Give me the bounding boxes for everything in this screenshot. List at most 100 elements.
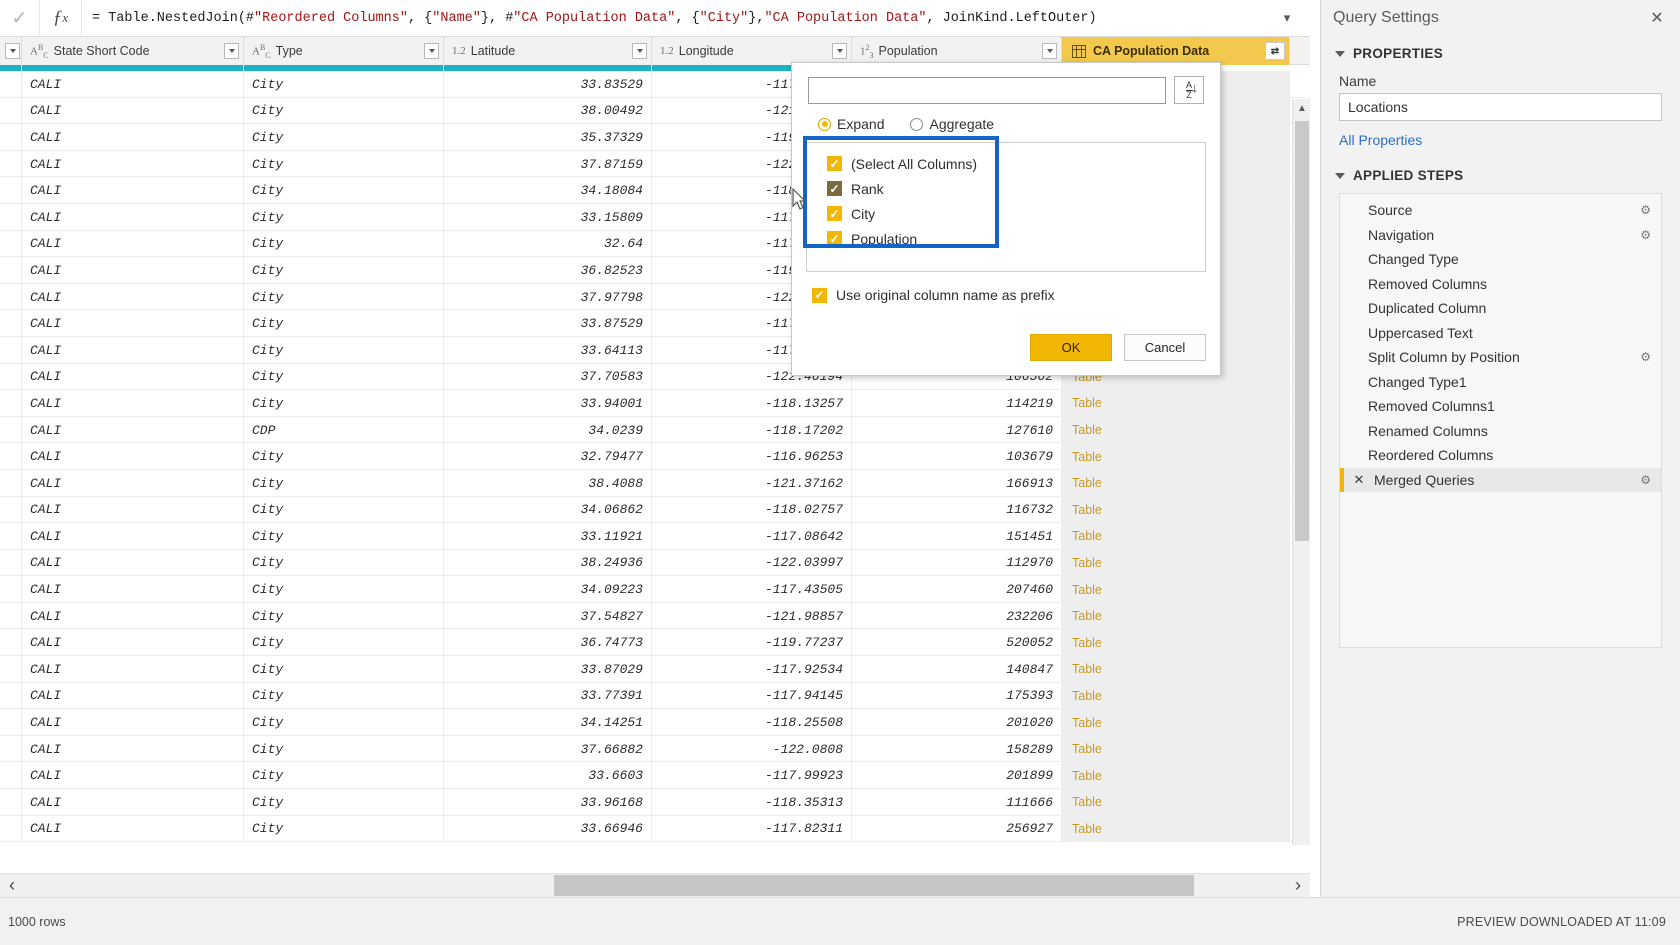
column-checkbox-row[interactable]: ✓ (Select All Columns) <box>807 151 1205 176</box>
checkbox-checked-icon[interactable]: ✓ <box>827 231 842 246</box>
query-name-input[interactable]: Locations <box>1339 93 1662 121</box>
column-header-partial[interactable] <box>0 37 22 65</box>
close-icon[interactable]: ✕ <box>1646 7 1668 29</box>
column-checkbox-row[interactable]: ✓ Population <box>807 226 1205 251</box>
hscroll-track[interactable] <box>24 874 1286 898</box>
column-header-latitude[interactable]: 1.2 Latitude <box>444 37 652 65</box>
applied-step-item[interactable]: Uppercased Text <box>1340 321 1661 346</box>
vertical-scrollbar[interactable]: ▲ ▼ <box>1292 99 1310 845</box>
radio-expand[interactable]: Expand <box>818 116 884 132</box>
horizontal-scrollbar[interactable]: ‹ › <box>0 873 1310 897</box>
applied-step-item[interactable]: Reordered Columns <box>1340 443 1661 468</box>
row-gutter <box>0 789 22 816</box>
table-row[interactable]: CALI City 34.06862 -118.02757 116732 Table <box>0 496 1310 524</box>
cell-ca-population-data-link[interactable]: Table <box>1062 576 1290 603</box>
all-properties-link[interactable]: All Properties <box>1321 121 1680 152</box>
column-header-type[interactable]: ABC Type <box>244 37 444 65</box>
cell-ca-population-data-link[interactable]: Table <box>1062 682 1290 710</box>
gear-icon[interactable]: ⚙ <box>1640 350 1651 364</box>
applied-step-label: Merged Queries <box>1374 471 1475 488</box>
checkbox-checked-icon[interactable]: ✓ <box>827 206 842 221</box>
cell-ca-population-data-link[interactable]: Table <box>1062 789 1290 816</box>
cancel-button[interactable]: Cancel <box>1124 334 1206 361</box>
cell-ca-population-data-link[interactable]: Table <box>1062 523 1290 550</box>
search-input[interactable] <box>808 76 1166 104</box>
table-row[interactable]: CALI City 33.77391 -117.94145 175393 Table <box>0 682 1310 710</box>
table-row[interactable]: CALI City 34.14251 -118.25508 201020 Table <box>0 709 1310 736</box>
applied-step-item[interactable]: Source ⚙ <box>1340 198 1661 223</box>
applied-step-item[interactable]: Navigation ⚙ <box>1340 223 1661 248</box>
applied-steps-section-header[interactable]: APPLIED STEPS <box>1321 152 1680 187</box>
formula-input[interactable]: = Table.NestedJoin(# "Reordered Columns",… <box>82 0 1264 37</box>
filter-dropdown-icon[interactable] <box>5 43 20 59</box>
column-header-ca-population-data[interactable]: CA Population Data ⇄ <box>1062 37 1290 65</box>
column-header-state-short-code[interactable]: ABC State Short Code <box>22 37 244 65</box>
column-header-longitude[interactable]: 1.2 Longitude <box>652 37 852 65</box>
table-row[interactable]: CALI City 34.09223 -117.43505 207460 Table <box>0 576 1310 603</box>
scroll-up-icon[interactable]: ▲ <box>1293 99 1310 117</box>
filter-dropdown-icon[interactable] <box>832 43 847 59</box>
applied-step-item[interactable]: Duplicated Column <box>1340 296 1661 321</box>
table-row[interactable]: CALI CDP 34.0239 -118.17202 127610 Table <box>0 416 1310 444</box>
applied-step-item[interactable]: Renamed Columns <box>1340 419 1661 444</box>
table-row[interactable]: CALI City 33.94001 -118.13257 114219 Table <box>0 390 1310 417</box>
table-row[interactable]: CALI City 37.54827 -121.98857 232206 Table <box>0 602 1310 630</box>
cell-ca-population-data-link[interactable]: Table <box>1062 735 1290 763</box>
checkbox-checked-icon[interactable]: ✓ <box>827 181 842 196</box>
table-row[interactable]: CALI City 33.96168 -118.35313 111666 Table <box>0 789 1310 816</box>
column-checkbox-list[interactable]: ✓ (Select All Columns) ✓ Rank ✓ City ✓ Populati… <box>806 142 1206 272</box>
table-row[interactable]: CALI City 33.11921 -117.08642 151451 Table <box>0 523 1310 550</box>
applied-step-item[interactable]: Removed Columns <box>1340 272 1661 297</box>
filter-dropdown-icon[interactable] <box>632 43 647 59</box>
properties-section-header[interactable]: PROPERTIES <box>1321 36 1680 65</box>
table-row[interactable]: CALI City 32.79477 -116.96253 103679 Table <box>0 443 1310 470</box>
expand-columns-icon[interactable]: ⇄ <box>1265 42 1285 60</box>
column-header-population[interactable]: 123 Population <box>852 37 1062 65</box>
filter-dropdown-icon[interactable] <box>424 43 439 59</box>
gear-icon[interactable]: ⚙ <box>1640 473 1651 487</box>
delete-step-icon[interactable]: ✕ <box>1352 472 1366 488</box>
column-checkbox-row[interactable]: ✓ City <box>807 201 1205 226</box>
table-row[interactable]: CALI City 37.66882 -122.0808 158289 Table <box>0 735 1310 763</box>
table-row[interactable]: CALI City 38.4088 -121.37162 166913 Table <box>0 469 1310 497</box>
applied-step-item[interactable]: Changed Type <box>1340 247 1661 272</box>
gear-icon[interactable]: ⚙ <box>1640 203 1651 217</box>
sort-az-icon[interactable]: AZ ↓ <box>1174 76 1204 104</box>
scrollbar-thumb[interactable] <box>1295 121 1309 541</box>
table-row[interactable]: CALI City 38.24936 -122.03997 112970 Table <box>0 549 1310 577</box>
table-row[interactable]: CALI City 33.6603 -117.99923 201899 Table <box>0 762 1310 790</box>
scroll-left-icon[interactable]: ‹ <box>0 874 24 898</box>
cell-ca-population-data-link[interactable]: Table <box>1062 602 1290 630</box>
cell-ca-population-data-link[interactable]: Table <box>1062 629 1290 657</box>
filter-dropdown-icon[interactable] <box>1042 43 1057 59</box>
chevron-down-icon[interactable]: ▾ <box>1264 0 1310 37</box>
prefix-checkbox[interactable]: ✓ <box>812 287 827 303</box>
scroll-right-icon[interactable]: › <box>1286 874 1310 898</box>
cell-ca-population-data-link[interactable]: Table <box>1062 416 1290 444</box>
filter-dropdown-icon[interactable] <box>224 43 239 59</box>
table-row[interactable]: CALI City 36.74773 -119.77237 520052 Table <box>0 629 1310 657</box>
cell-ca-population-data-link[interactable]: Table <box>1062 443 1290 470</box>
cell-ca-population-data-link[interactable]: Table <box>1062 390 1290 417</box>
ok-button[interactable]: OK <box>1030 334 1112 361</box>
cell-ca-population-data-link[interactable]: Table <box>1062 549 1290 577</box>
applied-step-item[interactable]: ✕ Merged Queries ⚙ <box>1340 467 1661 492</box>
applied-step-item[interactable]: Changed Type1 <box>1340 370 1661 395</box>
hscroll-thumb[interactable] <box>554 874 1194 896</box>
table-row[interactable]: CALI City 33.66946 -117.82311 256927 Table <box>0 815 1310 843</box>
table-row[interactable]: CALI City 33.87029 -117.92534 140847 Table <box>0 656 1310 683</box>
gear-icon[interactable]: ⚙ <box>1640 228 1651 242</box>
commit-checkmark-icon[interactable]: ✓ <box>0 0 40 37</box>
column-checkbox-row[interactable]: ✓ Rank <box>807 176 1205 201</box>
cell-ca-population-data-link[interactable]: Table <box>1062 762 1290 790</box>
radio-aggregate[interactable]: Aggregate <box>910 116 994 132</box>
cell-ca-population-data-link[interactable]: Table <box>1062 469 1290 497</box>
applied-step-item[interactable]: Split Column by Position ⚙ <box>1340 345 1661 370</box>
cell-ca-population-data-link[interactable]: Table <box>1062 815 1290 843</box>
cell-ca-population-data-link[interactable]: Table <box>1062 496 1290 524</box>
cell-ca-population-data-link[interactable]: Table <box>1062 709 1290 736</box>
checkbox-checked-icon[interactable]: ✓ <box>827 156 842 171</box>
applied-step-item[interactable]: Removed Columns1 <box>1340 394 1661 419</box>
use-prefix-row[interactable]: ✓ Use original column name as prefix <box>792 272 1220 303</box>
cell-ca-population-data-link[interactable]: Table <box>1062 656 1290 683</box>
